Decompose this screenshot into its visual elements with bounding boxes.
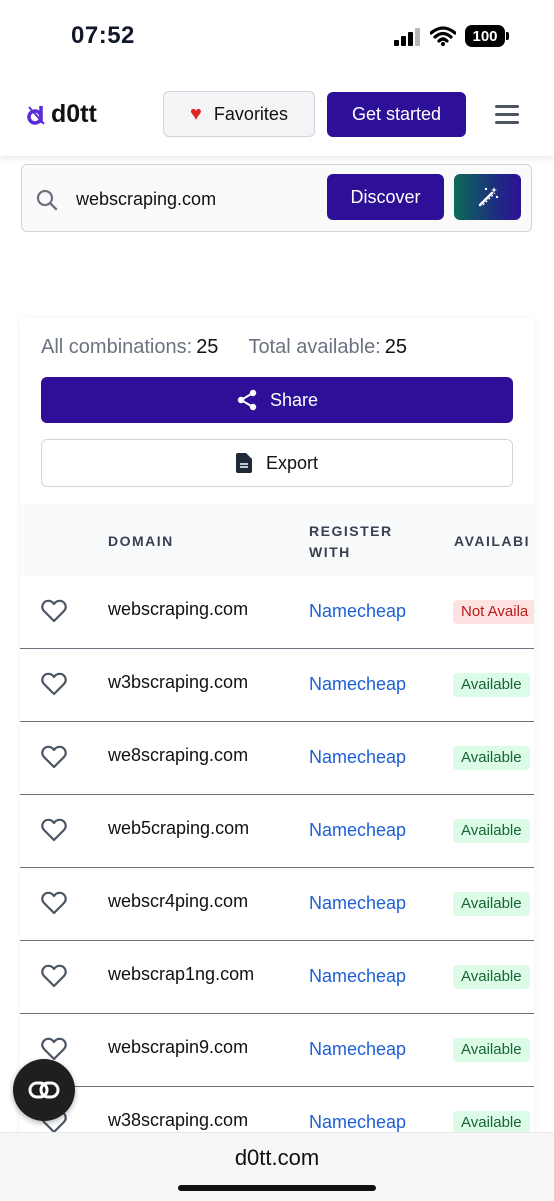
- table-row: w3bscraping.com Namecheap Available: [20, 649, 534, 722]
- registrar-link[interactable]: Namecheap: [309, 747, 406, 768]
- table-header: DOMAIN REGISTER WITH AVAILABI: [20, 504, 534, 576]
- battery-indicator: 100: [465, 25, 509, 47]
- chat-widget-button[interactable]: [13, 1059, 75, 1121]
- domain-name: web5craping.com: [108, 818, 250, 838]
- favorite-heart-icon[interactable]: [41, 818, 67, 847]
- domain-name: w3bscraping.com: [108, 672, 249, 692]
- share-label: Share: [269, 389, 319, 410]
- favorite-heart-icon[interactable]: [41, 964, 67, 993]
- browser-url[interactable]: d0tt.com: [0, 1145, 554, 1171]
- table-row: web5craping.com Namecheap Available: [20, 795, 534, 868]
- table-row: webscraping.com Namecheap Not Availa: [20, 576, 534, 649]
- table-row: webscr4ping.com Namecheap Available: [20, 868, 534, 941]
- domain-name: we8scraping.com: [108, 745, 249, 765]
- availability-badge: Available: [453, 819, 530, 843]
- registrar-link[interactable]: Namecheap: [309, 820, 406, 841]
- registrar-link[interactable]: Namecheap: [309, 1112, 406, 1133]
- all-combinations-count: 25: [196, 336, 219, 358]
- column-header-register-line1: REGISTER: [309, 523, 393, 539]
- column-header-register-line2: WITH: [309, 544, 351, 560]
- browser-url-bar: d0tt.com: [0, 1132, 554, 1201]
- hamburger-menu-icon[interactable]: [495, 105, 519, 125]
- get-started-button[interactable]: Get started: [327, 92, 466, 137]
- chat-link-icon: [28, 1081, 60, 1099]
- availability-badge: Available: [453, 746, 530, 770]
- table-row: w38scraping.com Namecheap Available: [20, 1087, 534, 1138]
- logo-icon: [27, 105, 45, 125]
- table-row: webscrap1ng.com Namecheap Available: [20, 941, 534, 1014]
- home-indicator[interactable]: [178, 1185, 376, 1191]
- table-row: we8scraping.com Namecheap Available: [20, 722, 534, 795]
- availability-badge: Available: [453, 965, 530, 989]
- share-button[interactable]: Share: [41, 377, 513, 423]
- registrar-link[interactable]: Namecheap: [309, 601, 406, 622]
- domain-name: webscrap1ng.com: [108, 964, 255, 984]
- search-bar: Discover: [21, 164, 532, 232]
- availability-badge: Available: [453, 892, 530, 916]
- results-table-body: webscraping.com Namecheap Not Availa w3bscr…: [20, 576, 534, 1138]
- domain-name: webscr4ping.com: [108, 891, 249, 911]
- ai-generate-button[interactable]: [454, 174, 521, 220]
- registrar-link[interactable]: Namecheap: [309, 893, 406, 914]
- cellular-signal-icon: [394, 28, 420, 46]
- registrar-link[interactable]: Namecheap: [309, 1039, 406, 1060]
- wifi-icon: [430, 26, 456, 46]
- favorite-heart-icon[interactable]: [41, 599, 67, 628]
- favorite-heart-icon[interactable]: [41, 672, 67, 701]
- site-logo[interactable]: d0tt: [27, 100, 97, 129]
- domain-search-input[interactable]: [74, 181, 328, 217]
- total-available-count: 25: [384, 336, 407, 358]
- registrar-link[interactable]: Namecheap: [309, 966, 406, 987]
- heart-icon: ♥: [190, 102, 202, 125]
- results-stats: All combinations: 25 Total available: 25: [41, 336, 407, 359]
- export-button[interactable]: Export: [41, 439, 513, 487]
- all-combinations-label: All combinations:: [41, 336, 193, 358]
- status-time: 07:52: [71, 22, 135, 49]
- favorites-button[interactable]: ♥ Favorites: [163, 91, 315, 137]
- total-available-label: Total available:: [248, 336, 381, 358]
- availability-badge: Not Availa: [453, 600, 534, 624]
- magic-wand-icon: [478, 187, 498, 207]
- logo-text: d0tt: [51, 100, 97, 128]
- status-bar: 07:52 100: [0, 0, 554, 70]
- export-label: Export: [265, 452, 319, 473]
- share-icon: [237, 389, 257, 411]
- domain-name: w38scraping.com: [108, 1110, 249, 1130]
- favorite-heart-icon[interactable]: [41, 745, 67, 774]
- column-header-availability[interactable]: AVAILABI: [454, 533, 530, 549]
- discover-button[interactable]: Discover: [327, 174, 444, 220]
- domain-name: webscrapin9.com: [108, 1037, 249, 1057]
- availability-badge: Available: [453, 1038, 530, 1062]
- favorites-label: Favorites: [213, 103, 288, 124]
- table-row: webscrapin9.com Namecheap Available: [20, 1014, 534, 1087]
- favorite-heart-icon[interactable]: [41, 891, 67, 920]
- site-header: d0tt ♥ Favorites Get started: [0, 70, 554, 156]
- search-icon: [36, 189, 58, 211]
- domain-name: webscraping.com: [108, 599, 249, 619]
- registrar-link[interactable]: Namecheap: [309, 674, 406, 695]
- column-header-domain[interactable]: DOMAIN: [108, 533, 174, 549]
- availability-badge: Available: [453, 673, 530, 697]
- export-file-icon: [235, 453, 252, 473]
- results-card: All combinations: 25 Total available: 25 Sh…: [20, 318, 534, 1138]
- column-header-register-with[interactable]: REGISTER WITH: [309, 521, 393, 563]
